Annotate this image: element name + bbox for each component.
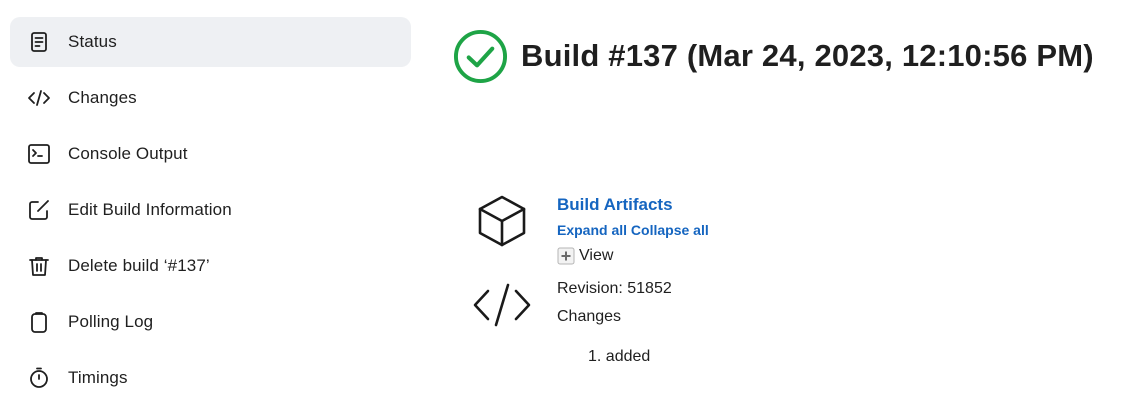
changes-section: Revision: 51852 Changes 1. added [557,279,672,365]
sidebar-item-edit-build-information[interactable]: Edit Build Information [10,185,411,235]
sidebar-item-label: Timings [68,368,128,387]
view-label: View [579,247,614,264]
build-artifacts-link[interactable]: Build Artifacts [557,194,709,216]
sidebar-item-timings[interactable]: Timings [10,353,411,403]
page-title: Build #137 (Mar 24, 2023, 12:10:56 PM) [521,38,1094,73]
code-icon [26,85,52,111]
expand-collapse-controls: Expand all Collapse all [557,221,709,239]
changes-label: Changes [557,308,622,325]
sidebar-item-label: Status [68,32,117,51]
sidebar: Status Changes Console Output Edit Build… [10,17,411,409]
sidebar-item-label: Console Output [68,144,188,163]
revision-text: Revision: 51852 [557,280,672,297]
terminal-icon [26,141,52,167]
build-page: Status Changes Console Output Edit Build… [0,0,1127,412]
sidebar-item-polling-log[interactable]: Polling Log [10,297,411,347]
view-tree-node[interactable]: View [557,246,709,266]
sidebar-item-label: Edit Build Information [68,200,232,219]
sidebar-item-delete-build[interactable]: Delete build ‘#137’ [10,241,411,291]
stopwatch-icon [26,365,52,391]
trash-icon [26,253,52,279]
clipboard-icon [26,309,52,335]
collapse-all-link[interactable]: Collapse all [631,222,709,238]
code-icon [472,282,532,328]
sidebar-item-label: Changes [68,88,137,107]
document-icon [26,29,52,55]
sidebar-item-changes[interactable]: Changes [10,73,411,123]
sidebar-item-label: Delete build ‘#137’ [68,256,210,275]
expand-all-link[interactable]: Expand all [557,222,627,238]
expand-plus-icon[interactable] [557,247,575,265]
package-icon [474,193,530,249]
build-artifacts-section: Build Artifacts Expand all Collapse all … [557,194,709,266]
sidebar-item-console-output[interactable]: Console Output [10,129,411,179]
sidebar-item-label: Polling Log [68,312,154,331]
success-check-icon [453,29,508,84]
edit-icon [26,197,52,223]
sidebar-item-status[interactable]: Status [10,17,411,67]
change-list: 1. added [588,348,650,366]
list-item: 1. added [588,348,651,365]
build-header: Build #137 (Mar 24, 2023, 12:10:56 PM) [453,28,1094,84]
